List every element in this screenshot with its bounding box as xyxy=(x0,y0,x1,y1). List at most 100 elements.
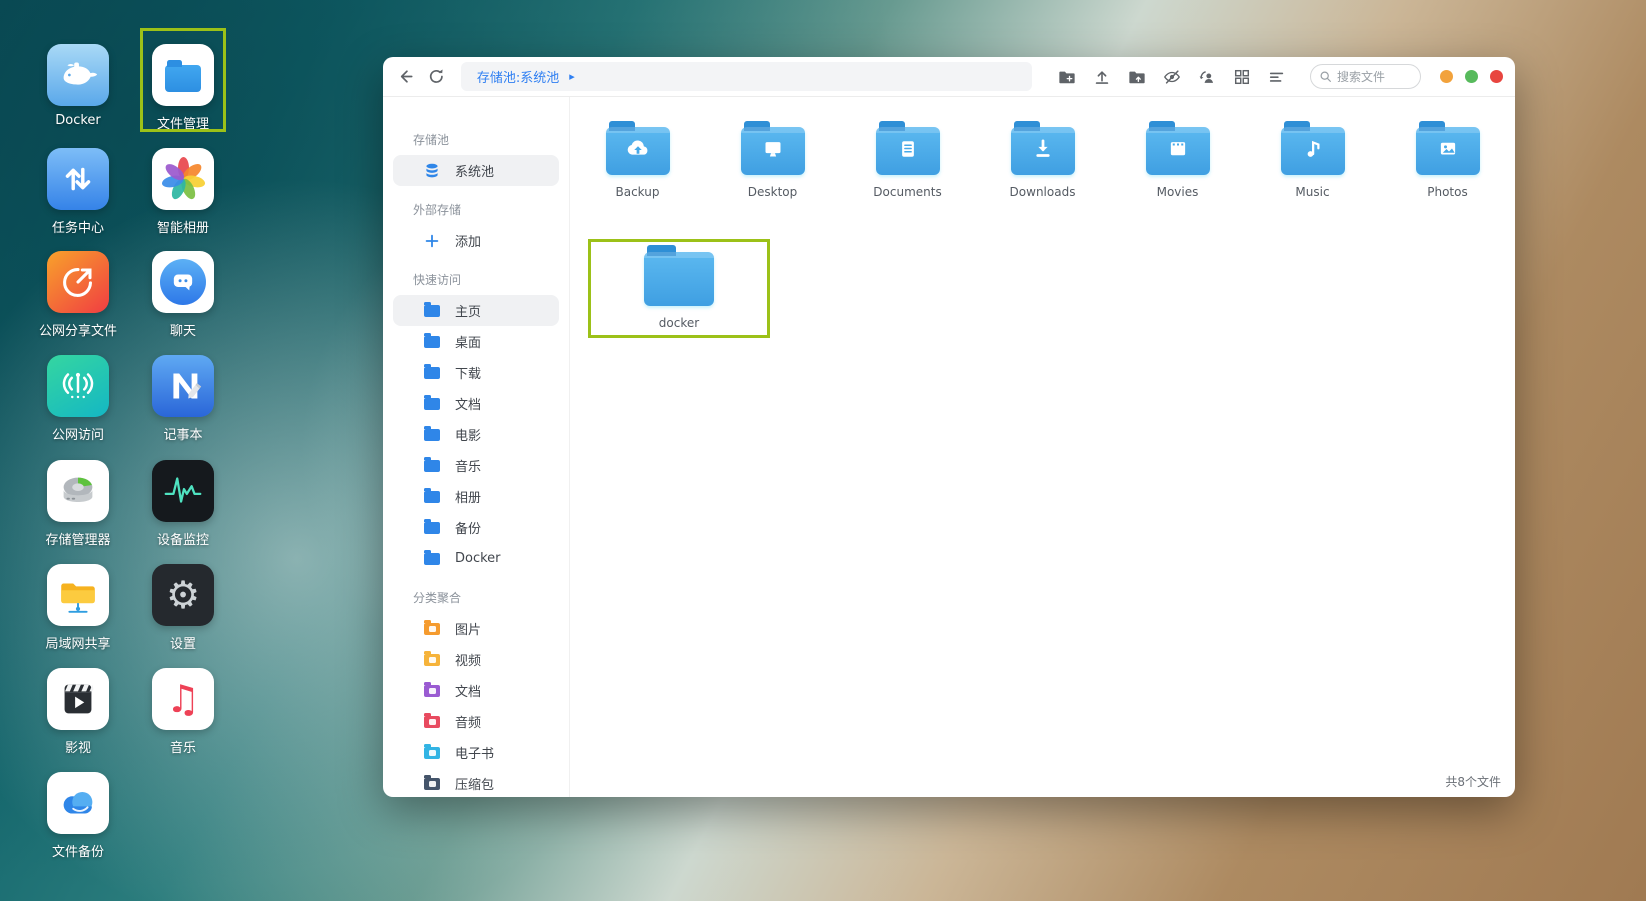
blue-folder-icon xyxy=(165,65,201,92)
desktop-icon-label: 公网分享文件 xyxy=(18,320,138,339)
breadcrumb-path[interactable]: 存储池:系统池 xyxy=(477,67,559,86)
desktop-icon-video[interactable]: 影视 xyxy=(18,668,138,756)
folder-icon xyxy=(423,775,441,793)
sidebar-item-system-pool[interactable]: 系统池 xyxy=(393,155,559,186)
settings-icon: ⚙ xyxy=(152,564,214,626)
desktop-icon-public-access[interactable]: 公网访问 xyxy=(18,355,138,443)
sidebar-item-docker[interactable]: Docker xyxy=(393,543,559,574)
folder-icon xyxy=(424,336,440,348)
grid-view-icon xyxy=(1233,68,1251,86)
sidebar-item-movies[interactable]: 电影 xyxy=(393,419,559,450)
desktop-icon-smart-album[interactable]: 智能相册 xyxy=(123,148,243,236)
folder-icon xyxy=(424,429,440,441)
database-icon xyxy=(423,162,441,180)
sidebar-item-albums[interactable]: 相册 xyxy=(393,481,559,512)
user-share-button[interactable] xyxy=(1198,68,1216,86)
sidebar-item-audio[interactable]: 音频 xyxy=(393,706,559,737)
folder-icon xyxy=(424,491,440,503)
desktop-icon-label: 任务中心 xyxy=(18,217,138,236)
desktop-icon-file-backup[interactable]: 文件备份 xyxy=(18,772,138,860)
new-folder-button[interactable] xyxy=(1058,68,1076,86)
desktop-icon-chat[interactable]: 聊天 xyxy=(123,251,243,339)
hidden-files-button[interactable] xyxy=(1163,68,1181,86)
folder-icon xyxy=(423,713,441,731)
flower-icon xyxy=(159,155,207,203)
folder-icon xyxy=(424,716,440,728)
file-item-photos[interactable]: Photos xyxy=(1380,127,1515,199)
refresh-button[interactable] xyxy=(424,64,449,90)
breadcrumb-caret-icon: ▸ xyxy=(569,70,575,83)
sidebar-item-desktop[interactable]: 桌面 xyxy=(393,326,559,357)
sidebar-item-downloads[interactable]: 下载 xyxy=(393,357,559,388)
folder-upload-button[interactable] xyxy=(1128,68,1146,86)
desktop-icon-lan-share[interactable]: 局域网共享 xyxy=(18,564,138,652)
grid-view-button[interactable] xyxy=(1233,68,1251,86)
desktop-icon-docker[interactable]: Docker xyxy=(18,44,138,128)
desktop-icon-task-center[interactable]: 任务中心 xyxy=(18,148,138,236)
file-item-label: Desktop xyxy=(748,185,798,199)
window-body: 存储池系统池外部存储添加快速访问主页桌面下载文档电影音乐相册备份Docker分类… xyxy=(383,97,1515,797)
maximize-button[interactable] xyxy=(1465,70,1478,83)
back-button[interactable] xyxy=(393,64,418,90)
sort-icon xyxy=(1268,68,1286,86)
sidebar-item-label: 压缩包 xyxy=(455,774,494,793)
sidebar-item-videos[interactable]: 视频 xyxy=(393,644,559,675)
storage-manager-icon xyxy=(47,460,109,522)
folder-icon xyxy=(424,654,440,666)
desktop-icon-music[interactable]: ♫音乐 xyxy=(123,668,243,756)
sidebar-item-archives[interactable]: 压缩包 xyxy=(393,768,559,797)
sidebar-item-pictures[interactable]: 图片 xyxy=(393,613,559,644)
folder-icon xyxy=(606,127,670,175)
smart-album-icon xyxy=(152,148,214,210)
desktop-icon-label: 设备监控 xyxy=(123,529,243,548)
sidebar-item-documents[interactable]: 文档 xyxy=(393,388,559,419)
search-input[interactable] xyxy=(1337,70,1412,84)
file-item-documents[interactable]: Documents xyxy=(840,127,975,199)
desktop-icon-public-share[interactable]: 公网分享文件 xyxy=(18,251,138,339)
upload-button[interactable] xyxy=(1093,68,1111,86)
folder-icon xyxy=(424,553,440,565)
desktop-icon-storage-manager[interactable]: 存储管理器 xyxy=(18,460,138,548)
minimize-button[interactable] xyxy=(1440,70,1453,83)
desktop-icon-label: 聊天 xyxy=(123,320,243,339)
breadcrumb[interactable]: 存储池:系统池 ▸ xyxy=(461,62,1032,91)
refresh-icon xyxy=(427,67,446,86)
desktop-icon-file-manager[interactable]: 文件管理 xyxy=(123,44,243,132)
sidebar-item-label: 文档 xyxy=(455,394,481,413)
sidebar-item-home[interactable]: 主页 xyxy=(393,295,559,326)
sort-button[interactable] xyxy=(1268,68,1286,86)
sidebar-item-label: 相册 xyxy=(455,487,481,506)
note-glyph-icon xyxy=(1298,134,1328,168)
music-note-icon: ♫ xyxy=(166,680,200,718)
task-center-icon xyxy=(47,148,109,210)
folder-icon xyxy=(424,778,440,790)
file-item-docker[interactable]: docker xyxy=(611,252,747,330)
desktop-icon-notepad[interactable]: 记事本 xyxy=(123,355,243,443)
file-item-movies[interactable]: Movies xyxy=(1110,127,1245,199)
back-arrow-icon xyxy=(396,67,415,86)
folder-icon xyxy=(424,522,440,534)
search-box[interactable] xyxy=(1310,64,1421,89)
sidebar-item-music[interactable]: 音乐 xyxy=(393,450,559,481)
music-icon: ♫ xyxy=(152,668,214,730)
file-item-downloads[interactable]: Downloads xyxy=(975,127,1110,199)
folder-icon xyxy=(876,127,940,175)
desktop-icon-device-monitor[interactable]: 设备监控 xyxy=(123,460,243,548)
annotation-box-green: docker xyxy=(588,239,770,338)
sidebar-item-add-external[interactable]: 添加 xyxy=(393,225,559,256)
sidebar-item-ebooks[interactable]: 电子书 xyxy=(393,737,559,768)
folder-icon xyxy=(424,367,440,379)
desktop-icon-settings[interactable]: ⚙设置 xyxy=(123,564,243,652)
window-controls xyxy=(1440,70,1503,83)
file-item-backup[interactable]: Backup xyxy=(570,127,705,199)
hidden-files-icon xyxy=(1163,68,1181,86)
folder-icon xyxy=(423,550,441,568)
file-item-music[interactable]: Music xyxy=(1245,127,1380,199)
desktop-icon-label: Docker xyxy=(18,113,138,128)
sidebar-item-docs[interactable]: 文档 xyxy=(393,675,559,706)
document-glyph-icon xyxy=(893,134,923,168)
sidebar-item-backup[interactable]: 备份 xyxy=(393,512,559,543)
folder-icon xyxy=(644,252,714,306)
file-item-desktop[interactable]: Desktop xyxy=(705,127,840,199)
close-button[interactable] xyxy=(1490,70,1503,83)
